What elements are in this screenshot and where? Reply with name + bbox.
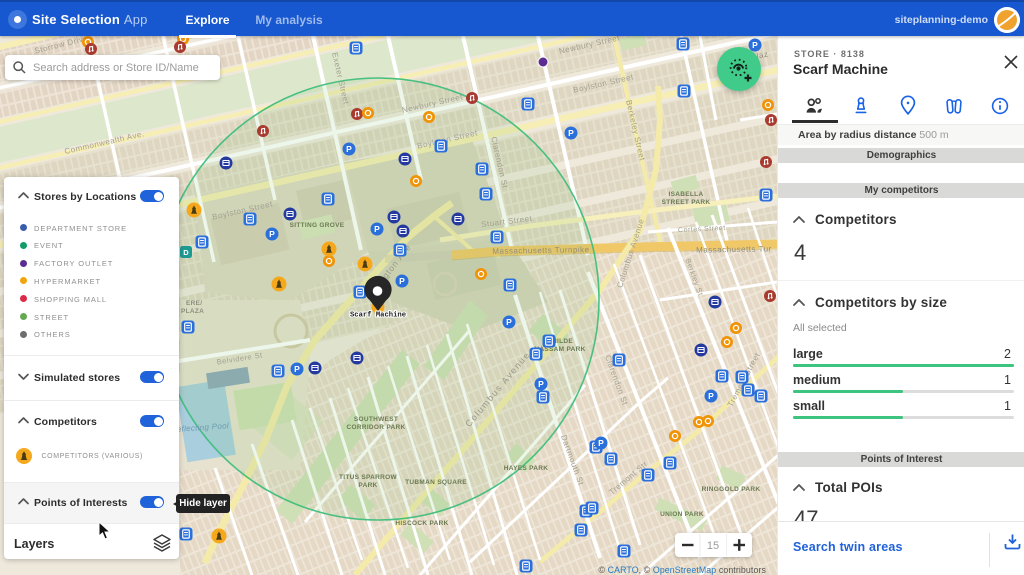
svg-text:HAYES PARK: HAYES PARK: [504, 465, 549, 472]
svg-text:Massachusetts Turnpike: Massachusetts Turnpike: [492, 245, 589, 256]
svg-text:ERE/: ERE/: [186, 300, 202, 307]
svg-text:PARK: PARK: [358, 482, 377, 489]
svg-text:Scarf Machine: Scarf Machine: [350, 312, 406, 320]
svg-text:STREET PARK: STREET PARK: [662, 199, 711, 206]
svg-text:RINGGOLD PARK: RINGGOLD PARK: [702, 486, 761, 493]
svg-text:ISABELLA: ISABELLA: [669, 191, 704, 198]
svg-text:Massachusetts Tur: Massachusetts Tur: [696, 244, 772, 254]
svg-text:TITUS SPARROW: TITUS SPARROW: [339, 474, 398, 481]
svg-text:TUBMAN SQUARE: TUBMAN SQUARE: [405, 479, 467, 486]
svg-text:PLAZA: PLAZA: [181, 308, 204, 315]
svg-text:SITTING GROVE: SITTING GROVE: [290, 222, 345, 229]
svg-text:15: 15: [707, 540, 719, 552]
svg-text:SOUTHWEST: SOUTHWEST: [354, 416, 398, 423]
svg-text:UNION PARK: UNION PARK: [660, 511, 704, 518]
svg-text:HISCOCK PARK: HISCOCK PARK: [395, 520, 448, 527]
svg-text:CORRIDOR PARK: CORRIDOR PARK: [346, 424, 405, 431]
